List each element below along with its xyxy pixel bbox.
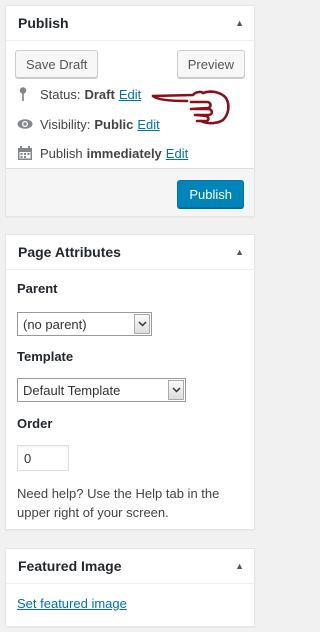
parent-select[interactable]: (no parent) xyxy=(17,312,152,336)
template-select[interactable]: Default Template xyxy=(17,378,186,402)
publish-box: Publish ▲ Save Draft Preview Status: Dra… xyxy=(5,5,255,217)
publish-header[interactable]: Publish ▲ xyxy=(6,6,254,41)
publish-title: Publish xyxy=(18,15,69,31)
order-label: Order xyxy=(17,416,53,431)
triangle-up-icon[interactable]: ▲ xyxy=(235,18,244,28)
eye-icon xyxy=(17,116,33,132)
parent-label: Parent xyxy=(17,281,58,296)
pin-icon xyxy=(17,86,33,102)
help-text: Need help? Use the Help tab in the upper… xyxy=(17,486,220,520)
featured-image-header[interactable]: Featured Image ▲ xyxy=(6,549,254,584)
page-attributes-header[interactable]: Page Attributes ▲ xyxy=(6,235,254,270)
featured-image-title: Featured Image xyxy=(18,558,122,574)
preview-button[interactable]: Preview xyxy=(176,50,245,78)
schedule-row: Publish immediately Edit xyxy=(17,145,188,161)
schedule-value: immediately xyxy=(86,145,162,161)
schedule-label: Publish xyxy=(40,145,83,161)
status-value: Draft xyxy=(84,86,115,102)
pointing-hand-icon xyxy=(151,90,230,125)
chevron-down-icon[interactable] xyxy=(168,380,184,400)
status-row: Status: Draft Edit xyxy=(17,86,141,102)
page-attributes-title: Page Attributes xyxy=(18,244,121,260)
calendar-icon xyxy=(17,145,33,161)
triangle-up-icon[interactable]: ▲ xyxy=(235,247,244,257)
triangle-up-icon[interactable]: ▲ xyxy=(235,561,244,571)
visibility-value: Public xyxy=(94,116,134,132)
page-attributes-box: Page Attributes ▲ Parent (no parent) Tem… xyxy=(5,234,255,530)
schedule-edit-link[interactable]: Edit xyxy=(166,146,188,161)
template-select-value: Default Template xyxy=(23,382,121,398)
parent-select-value: (no parent) xyxy=(23,316,87,332)
status-label: Status: xyxy=(40,86,81,102)
status-edit-link[interactable]: Edit xyxy=(119,87,141,102)
visibility-row: Visibility: Public Edit xyxy=(17,116,160,132)
set-featured-image-link[interactable]: Set featured image xyxy=(17,596,127,611)
chevron-down-icon[interactable] xyxy=(134,314,150,334)
publish-button[interactable]: Publish xyxy=(177,180,244,208)
publish-footer: Publish xyxy=(6,168,254,216)
template-label: Template xyxy=(17,349,74,364)
visibility-label: Visibility: xyxy=(40,116,91,132)
save-draft-button[interactable]: Save Draft xyxy=(15,50,99,78)
order-input[interactable]: 0 xyxy=(17,445,69,471)
featured-image-box: Featured Image ▲ Set featured image xyxy=(5,548,255,627)
